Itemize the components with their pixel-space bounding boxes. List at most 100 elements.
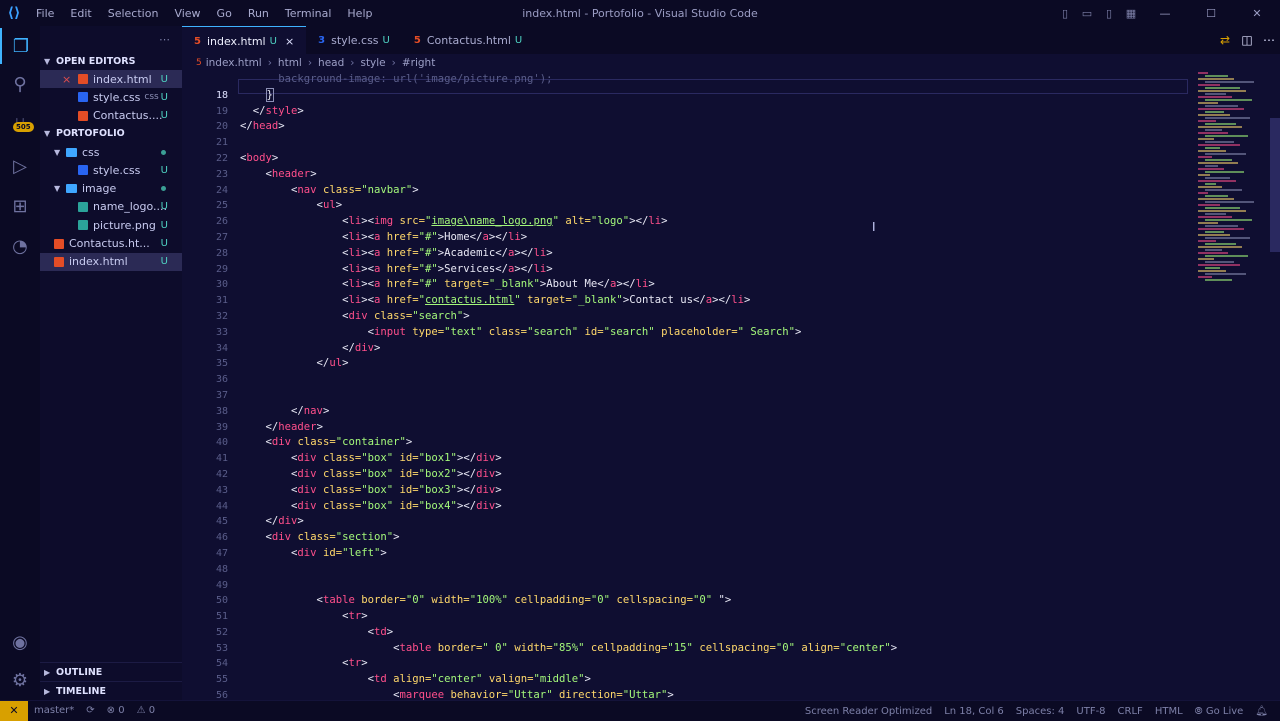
- edge-devtools-icon[interactable]: ◔: [0, 228, 40, 264]
- minimap-line: [1205, 165, 1218, 167]
- minimap-line: [1198, 246, 1242, 248]
- cursor-position[interactable]: Ln 18, Col 6: [938, 706, 1010, 717]
- vscode-window: ⟨⟩ File Edit Selection View Go Run Terminal Hel…: [0, 0, 1280, 721]
- file-item[interactable]: Contactus.ht... U: [40, 234, 182, 252]
- language-mode[interactable]: HTML: [1149, 706, 1189, 717]
- go-live-button[interactable]: ⦾ Go Live: [1189, 706, 1250, 717]
- menu-view[interactable]: View: [166, 7, 208, 20]
- minimap-line: [1198, 252, 1228, 254]
- toggle-secondary-sidebar-icon[interactable]: ▯: [1098, 0, 1120, 26]
- html-file-icon: 5: [196, 58, 202, 68]
- notifications-bell-icon[interactable]: 🔔︎: [1249, 706, 1274, 717]
- tab-list: 5 index.html U × 3 style.css U 5 Contactus.html U: [182, 26, 535, 55]
- explorer-icon[interactable]: ❐: [0, 28, 40, 64]
- minimap-line: [1198, 228, 1244, 230]
- close-editor-icon[interactable]: ×: [62, 73, 71, 86]
- line-number: 35: [215, 358, 228, 370]
- explorer-more-actions-icon[interactable]: ⋯: [40, 26, 182, 52]
- search-icon[interactable]: ⚲: [0, 66, 40, 102]
- open-editors-section[interactable]: ▼ OPEN EDITORS: [40, 52, 182, 70]
- minimize-button[interactable]: —: [1142, 0, 1188, 26]
- minimap-line: [1198, 192, 1208, 194]
- menu-run[interactable]: Run: [240, 7, 277, 20]
- breadcrumb-item[interactable]: index.html: [206, 57, 262, 69]
- line-number: 50: [215, 595, 228, 607]
- menu-go[interactable]: Go: [209, 7, 240, 20]
- screen-reader-mode[interactable]: Screen Reader Optimized: [799, 706, 938, 717]
- modified-dot-icon: [161, 186, 166, 192]
- folder-item[interactable]: ▼ image: [40, 179, 182, 197]
- problems-warnings[interactable]: ⚠ 0: [131, 705, 162, 716]
- outline-section[interactable]: ▶ OUTLINE: [40, 662, 182, 681]
- project-section[interactable]: ▼ PORTOFOLIO: [40, 125, 182, 143]
- vertical-scrollbar[interactable]: [1270, 118, 1280, 252]
- tab-style-css[interactable]: 3 style.css U: [306, 26, 402, 54]
- extensions-icon[interactable]: ⊞: [0, 188, 40, 224]
- indentation[interactable]: Spaces: 4: [1010, 706, 1071, 717]
- file-item[interactable]: name_logo.... U: [40, 198, 182, 216]
- run-debug-icon[interactable]: ▷: [0, 148, 40, 184]
- line-number: 32: [215, 310, 228, 322]
- menu-selection[interactable]: Selection: [100, 7, 167, 20]
- line-number: 55: [215, 674, 228, 686]
- timeline-section[interactable]: ▶ TIMELINE: [40, 681, 182, 700]
- code-line: <header>: [265, 167, 317, 180]
- file-encoding[interactable]: UTF-8: [1070, 706, 1111, 717]
- menu-edit[interactable]: Edit: [62, 7, 99, 20]
- minimap-line: [1205, 207, 1240, 209]
- code-editor[interactable]: 18 19 20 21 22 23 24 25 26 27 28 29 30 31 32 33 34 35 36 37…: [182, 72, 1280, 700]
- open-editor-item[interactable]: × index.html U: [40, 70, 182, 89]
- accounts-icon[interactable]: ◉: [0, 624, 40, 660]
- code-content[interactable]: background-image: url('image/picture.png…: [240, 72, 1140, 700]
- code-line: <div class="container">: [265, 436, 413, 449]
- breadcrumb-item[interactable]: #right: [402, 57, 435, 69]
- maximize-button[interactable]: ☐: [1188, 0, 1234, 26]
- file-item[interactable]: style.css U: [40, 161, 182, 179]
- close-window-button[interactable]: ✕: [1234, 0, 1280, 26]
- git-branch[interactable]: master*: [28, 705, 80, 716]
- file-item[interactable]: index.html U: [40, 252, 182, 271]
- minimap-line: [1205, 81, 1254, 83]
- close-tab-icon[interactable]: ×: [285, 35, 294, 48]
- menu-terminal[interactable]: Terminal: [277, 7, 340, 20]
- minimap[interactable]: [1198, 72, 1268, 292]
- git-status-badge: U: [269, 35, 277, 47]
- tab-index-html[interactable]: 5 index.html U ×: [182, 26, 307, 55]
- customize-layout-icon[interactable]: ▦: [1120, 0, 1142, 26]
- end-of-line[interactable]: CRLF: [1112, 706, 1149, 717]
- git-status-badge: U: [160, 219, 168, 231]
- more-actions-icon[interactable]: ⋯: [1258, 33, 1280, 47]
- file-name: style.css: [93, 163, 141, 177]
- line-number: 25: [215, 200, 228, 212]
- code-line: <td align="center" valign="middle">: [367, 673, 591, 686]
- open-editor-item[interactable]: style.css css U: [40, 88, 182, 106]
- line-number: 28: [215, 247, 228, 259]
- compare-changes-icon[interactable]: ⇄: [1214, 33, 1236, 47]
- problems-errors[interactable]: ⊗ 0: [101, 705, 131, 716]
- file-name: Contactus....: [93, 109, 163, 123]
- settings-gear-icon[interactable]: ⚙: [0, 662, 40, 698]
- breadcrumb-item[interactable]: style: [360, 57, 385, 69]
- file-item[interactable]: picture.png U: [40, 216, 182, 234]
- title-bar: ⟨⟩ File Edit Selection View Go Run Terminal Hel…: [0, 0, 1280, 26]
- menu-help[interactable]: Help: [339, 7, 380, 20]
- breadcrumb-item[interactable]: html: [278, 57, 302, 69]
- chevron-down-icon: ▼: [54, 147, 61, 157]
- toggle-panel-icon[interactable]: ▭: [1076, 0, 1098, 26]
- minimap-line: [1205, 249, 1222, 251]
- breadcrumb-item[interactable]: head: [318, 57, 344, 69]
- remote-indicator-icon[interactable]: ✕: [0, 700, 28, 721]
- html-file-icon: [78, 110, 88, 121]
- toggle-sidebar-icon[interactable]: ▯: [1054, 0, 1076, 26]
- sync-icon[interactable]: ⟳: [80, 705, 100, 716]
- line-number: 31: [215, 295, 228, 307]
- minimap-line: [1198, 138, 1214, 140]
- line-number-gutter: 18 19 20 21 22 23 24 25 26 27 28 29 30 31 32 33 34 35 36 37…: [182, 72, 228, 700]
- code-line: <li><a href="#">Home</a></li>: [342, 230, 528, 243]
- menu-file[interactable]: File: [28, 7, 62, 20]
- split-editor-icon[interactable]: ◫: [1236, 33, 1258, 47]
- git-status-badge: U: [160, 201, 168, 213]
- folder-item[interactable]: ▼ css: [40, 143, 182, 161]
- tab-contactus-html[interactable]: 5 Contactus.html U: [401, 26, 535, 54]
- open-editor-item[interactable]: Contactus.... U: [40, 107, 182, 125]
